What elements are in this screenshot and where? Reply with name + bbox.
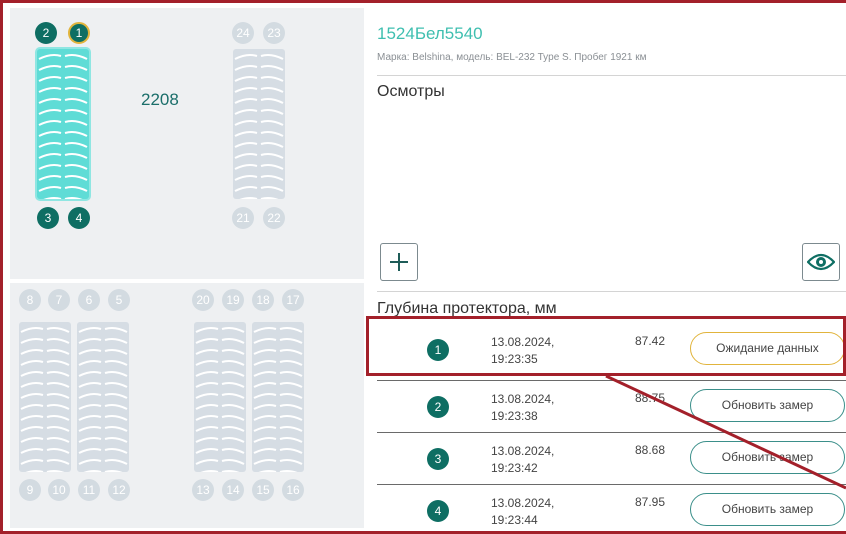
- axle-divider: [10, 279, 364, 283]
- vehicle-plate: 1524Бел5540: [377, 24, 483, 43]
- tire-rear-left-outer[interactable]: [19, 322, 71, 472]
- tire-number-6[interactable]: 6: [78, 289, 100, 311]
- tire-number-15[interactable]: 15: [252, 479, 274, 501]
- tire-number-13[interactable]: 13: [192, 479, 214, 501]
- tire-number-14[interactable]: 14: [222, 479, 244, 501]
- tire-number-3[interactable]: 3: [37, 207, 59, 229]
- tire-number-23[interactable]: 23: [263, 22, 285, 44]
- row-date: 13.08.2024,: [491, 444, 555, 458]
- tire-number-4[interactable]: 4: [68, 207, 90, 229]
- tire-rear-left-inner[interactable]: [77, 322, 129, 472]
- row-divider: [377, 432, 846, 433]
- row-timestamp: 13.08.2024, 19:23:44: [491, 495, 571, 529]
- update-measurement-button[interactable]: Обновить замер: [690, 441, 845, 474]
- highlight-box: [366, 316, 846, 376]
- details-panel: 1524Бел5540 Марка: Belshina, модель: BEL…: [364, 8, 846, 528]
- tread-row: 4 13.08.2024, 19:23:44 87.95 Обновить зам…: [364, 487, 846, 534]
- row-timestamp: 13.08.2024, 19:23:38: [491, 391, 571, 425]
- tread-row: 2 13.08.2024, 19:23:38 88.75 Обновить зам…: [364, 383, 846, 435]
- row-tire-number: 2: [427, 396, 449, 418]
- axle-label: 2208: [141, 90, 179, 109]
- update-measurement-button[interactable]: Обновить замер: [690, 493, 845, 526]
- tire-number-1-selected[interactable]: 1: [68, 22, 90, 44]
- tire-number-9[interactable]: 9: [19, 479, 41, 501]
- tire-front-left-active[interactable]: [37, 49, 89, 199]
- tire-number-16[interactable]: 16: [282, 479, 304, 501]
- tire-number-22[interactable]: 22: [263, 207, 285, 229]
- vehicle-subtitle: Марка: Belshina, модель: BEL-232 Type S.…: [377, 52, 647, 63]
- tire-scheme-panel: 2 1 24 23 2208 3 4 21 22 8 7 6 5 20 19 1…: [10, 8, 364, 528]
- tire-number-18[interactable]: 18: [252, 289, 274, 311]
- add-inspection-button[interactable]: [380, 243, 418, 281]
- row-date: 13.08.2024,: [491, 392, 555, 406]
- row-time: 19:23:38: [491, 409, 538, 423]
- update-measurement-button[interactable]: Обновить замер: [690, 389, 845, 422]
- tire-rear-right-inner[interactable]: [194, 322, 246, 472]
- tire-number-11[interactable]: 11: [78, 479, 100, 501]
- row-time: 19:23:42: [491, 461, 538, 475]
- tire-number-17[interactable]: 17: [282, 289, 304, 311]
- tire-front-right[interactable]: [233, 49, 285, 199]
- tire-number-20[interactable]: 20: [192, 289, 214, 311]
- eye-icon: [807, 253, 835, 271]
- tire-number-5[interactable]: 5: [108, 289, 130, 311]
- tire-number-21[interactable]: 21: [232, 207, 254, 229]
- row-depth-value: 88.75: [635, 391, 666, 405]
- divider: [377, 75, 846, 76]
- row-tire-number: 3: [427, 448, 449, 470]
- row-timestamp: 13.08.2024, 19:23:42: [491, 443, 571, 477]
- row-date: 13.08.2024,: [491, 496, 555, 510]
- row-divider: [377, 484, 846, 485]
- row-tire-number: 4: [427, 500, 449, 522]
- tire-rear-right-outer[interactable]: [252, 322, 304, 472]
- tire-number-2[interactable]: 2: [35, 22, 57, 44]
- tire-number-8[interactable]: 8: [19, 289, 41, 311]
- row-divider: [377, 380, 846, 381]
- tire-number-10[interactable]: 10: [48, 479, 70, 501]
- tire-number-19[interactable]: 19: [222, 289, 244, 311]
- row-depth-value: 88.68: [635, 443, 666, 457]
- tire-number-24[interactable]: 24: [232, 22, 254, 44]
- inspections-title: Осмотры: [377, 83, 445, 100]
- tire-number-7[interactable]: 7: [48, 289, 70, 311]
- plus-icon: [390, 253, 408, 271]
- row-time: 19:23:44: [491, 513, 538, 527]
- view-inspections-button[interactable]: [802, 243, 840, 281]
- tire-number-12[interactable]: 12: [108, 479, 130, 501]
- row-depth-value: 87.95: [635, 495, 666, 509]
- tread-row: 3 13.08.2024, 19:23:42 88.68 Обновить зам…: [364, 435, 846, 487]
- divider: [377, 291, 846, 292]
